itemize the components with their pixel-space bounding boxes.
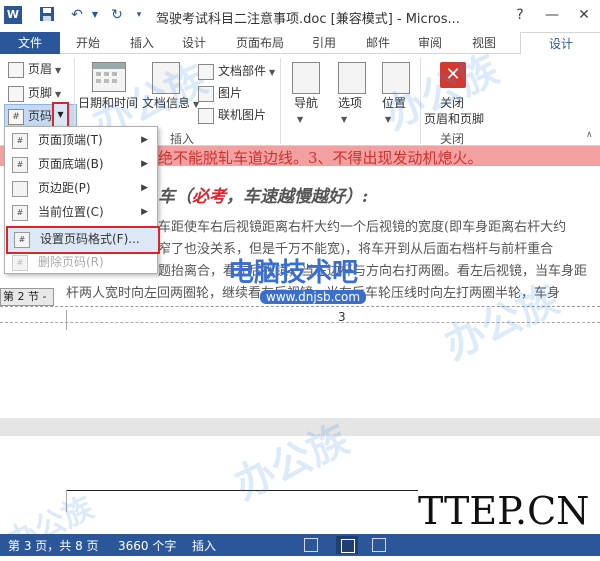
- menu-item-format-page-numbers[interactable]: # 设置页码格式(F)...: [6, 226, 160, 254]
- page-bottom-icon: #: [12, 157, 28, 173]
- page-number-dropdown-arrow[interactable]: ▼: [52, 102, 69, 128]
- group-label-insert: 插入: [170, 132, 195, 146]
- document-info-button[interactable]: 文档信息 ▼: [142, 94, 199, 111]
- menu-item-page-margins[interactable]: 页边距(P) ▶: [6, 177, 156, 199]
- document-title: 驾驶考试科目二注意事项.doc [兼容模式] - Micros...: [156, 12, 460, 27]
- ribbon-separator: [280, 58, 281, 144]
- print-layout-icon[interactable]: [336, 536, 358, 554]
- word-count[interactable]: 3660 个字: [118, 537, 176, 554]
- ribbon-tabs: 文件 开始 插入 设计 页面布局 引用 邮件 审阅 视图 设计: [0, 32, 600, 57]
- group-label-close: 关闭: [440, 132, 465, 146]
- document-info-icon: [152, 62, 180, 94]
- tab-insert[interactable]: 插入: [130, 32, 154, 54]
- help-button[interactable]: ?: [508, 4, 532, 26]
- submenu-arrow-icon: ▶: [141, 183, 148, 193]
- web-layout-icon[interactable]: [372, 538, 386, 552]
- document-parts-icon: [198, 63, 214, 80]
- footer-button[interactable]: 页脚 ▼: [8, 84, 61, 102]
- format-page-numbers-icon: #: [14, 232, 30, 248]
- status-bar: 第 3 页，共 8 页 3660 个字 插入: [0, 534, 600, 556]
- options-button[interactable]: 选项 ▼: [338, 94, 362, 125]
- menu-item-bottom-of-page[interactable]: # 页面底端(B) ▶: [6, 153, 156, 175]
- tab-mailings[interactable]: 邮件: [366, 32, 390, 54]
- submenu-arrow-icon: ▶: [141, 159, 148, 169]
- calendar-icon: [92, 62, 126, 92]
- page-top-icon: #: [12, 133, 28, 149]
- undo-icon[interactable]: ↶: [68, 6, 86, 24]
- position-button[interactable]: 位置 ▼: [382, 94, 406, 125]
- ribbon-separator: [420, 58, 421, 144]
- word-app-icon[interactable]: W: [4, 6, 22, 24]
- online-picture-button[interactable]: 联机图片: [198, 106, 266, 124]
- margin-marker: [66, 310, 67, 330]
- page-count[interactable]: 第 3 页，共 8 页: [8, 537, 99, 554]
- submenu-arrow-icon: ▶: [141, 207, 148, 217]
- page-number-icon: #: [8, 108, 24, 125]
- insert-mode[interactable]: 插入: [192, 537, 216, 554]
- save-icon[interactable]: [38, 6, 56, 24]
- margin-marker: [66, 490, 67, 512]
- current-position-icon: #: [12, 205, 28, 221]
- position-icon: [382, 62, 410, 94]
- remove-page-numbers-icon: #: [12, 255, 28, 271]
- picture-icon: [198, 85, 214, 102]
- datetime-button[interactable]: 日期和时间: [78, 94, 138, 111]
- close-header-footer-label-1[interactable]: 关闭: [440, 94, 464, 111]
- ttep-watermark: TTEP.CN: [418, 488, 600, 534]
- tab-references[interactable]: 引用: [312, 32, 336, 54]
- customize-toolbar-icon[interactable]: ▾: [130, 6, 148, 24]
- section-heading: 车（必考，车速越慢越好）:: [158, 187, 369, 207]
- tab-design-doc[interactable]: 设计: [182, 32, 206, 54]
- navigation-icon: [292, 62, 320, 94]
- title-bar: W ↶ ▼ ↻ ▾ 驾驶考试科目二注意事项.doc [兼容模式] - Micro…: [0, 0, 600, 32]
- header-icon: [8, 61, 24, 78]
- watermark-url: www.dnjsb.com: [260, 290, 367, 304]
- footer-bottom-line: [0, 322, 600, 323]
- tab-review[interactable]: 审阅: [418, 32, 442, 54]
- tab-home[interactable]: 开始: [76, 32, 100, 54]
- options-icon: [338, 62, 366, 94]
- section-tag: 第 2 节 -: [0, 288, 54, 306]
- close-button[interactable]: ✕: [572, 4, 596, 26]
- read-mode-icon[interactable]: [304, 538, 318, 552]
- undo-dropdown-icon[interactable]: ▼: [86, 6, 104, 24]
- body-line-3: 题抬离合，看左后视镜，当左边杆与方向右打两圈。看左后视镜，当车身距: [158, 264, 588, 279]
- redo-icon[interactable]: ↻: [108, 6, 126, 24]
- close-header-footer-icon: ✕: [440, 62, 466, 88]
- tab-file[interactable]: 文件: [0, 32, 60, 54]
- close-header-footer-label-2[interactable]: 页眉和页脚: [424, 110, 484, 127]
- navigation-button[interactable]: 导航 ▼: [294, 94, 318, 125]
- collapse-ribbon-icon[interactable]: ∧: [586, 130, 593, 140]
- header-button[interactable]: 页眉 ▼: [8, 60, 61, 78]
- body-line-1: 车距使车右后视镜距离右杆大约一个后视镜的宽度(即车身距离右杆大约: [158, 220, 567, 235]
- page-number-menu: # 页面顶端(T) ▶ # 页面底端(B) ▶ 页边距(P) ▶ # 当前位置(…: [4, 126, 160, 274]
- minimize-button[interactable]: —: [540, 4, 564, 26]
- tab-view[interactable]: 视图: [472, 32, 496, 54]
- online-picture-icon: [198, 107, 214, 124]
- watermark-brand: 电脑技术吧: [228, 258, 359, 288]
- footer-boundary: [0, 306, 600, 307]
- page-margin-icon: [12, 181, 28, 197]
- document-parts-button[interactable]: 文档部件 ▼: [198, 62, 275, 80]
- menu-item-remove-page-numbers[interactable]: # 删除页码(R): [6, 251, 156, 273]
- picture-button[interactable]: 图片: [198, 84, 242, 102]
- submenu-arrow-icon: ▶: [141, 135, 148, 145]
- menu-item-top-of-page[interactable]: # 页面顶端(T) ▶: [6, 129, 156, 151]
- menu-item-current-position[interactable]: # 当前位置(C) ▶: [6, 201, 156, 223]
- footer-icon: [8, 85, 24, 102]
- red-text-line: 绝不能脱轧车道边线。3、不得出现发动机熄火。: [158, 149, 483, 167]
- tab-layout[interactable]: 页面布局: [236, 32, 284, 54]
